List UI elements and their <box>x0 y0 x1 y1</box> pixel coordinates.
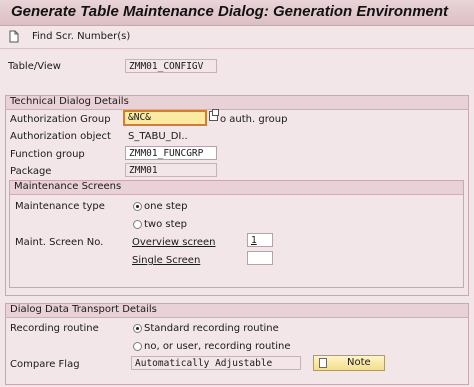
auth-group-hint: o auth. group <box>220 114 288 125</box>
standard-recording-radio[interactable] <box>133 324 142 333</box>
window-title: Generate Table Maintenance Dialog: Gener… <box>11 3 449 20</box>
auth-object-label: Authorization object <box>10 131 111 142</box>
note-icon <box>319 358 327 368</box>
copy-icon[interactable] <box>209 109 219 121</box>
maint-screen-no-label: Maint. Screen No. <box>15 237 104 248</box>
maintenance-type-label: Maintenance type <box>15 201 105 212</box>
recording-routine-label: Recording routine <box>10 323 99 334</box>
auth-group-input[interactable]: &NC& <box>123 110 207 126</box>
user-recording-label[interactable]: no, or user, recording routine <box>144 341 291 352</box>
one-step-radio[interactable] <box>133 202 142 211</box>
table-view-field: ZMM01_CONFIGV <box>125 59 217 73</box>
note-button-label: Note <box>347 357 371 368</box>
compare-flag-label: Compare Flag <box>10 359 80 370</box>
maintenance-screens-group: Maintenance Screens <box>9 180 464 288</box>
overview-screen-input[interactable]: 1 <box>247 233 273 247</box>
maintenance-screens-title: Maintenance Screens <box>14 181 122 192</box>
transport-details-title: Dialog Data Transport Details <box>10 304 157 315</box>
package-label: Package <box>10 166 52 177</box>
function-group-label: Function group <box>10 149 85 160</box>
title-bar: Generate Table Maintenance Dialog: Gener… <box>0 0 474 26</box>
overview-screen-label: Overview screen <box>132 237 216 248</box>
one-step-label[interactable]: one step <box>144 201 187 212</box>
technical-dialog-title: Technical Dialog Details <box>10 96 129 107</box>
document-icon[interactable] <box>9 30 19 43</box>
single-screen-input[interactable] <box>247 251 273 265</box>
find-screen-numbers-button[interactable]: Find Scr. Number(s) <box>32 31 130 42</box>
standard-recording-label[interactable]: Standard recording routine <box>144 323 279 334</box>
overview-screen-value: 1 <box>251 235 257 246</box>
package-field: ZMM01 <box>125 163 217 177</box>
technical-dialog-header: Technical Dialog Details <box>6 96 468 110</box>
table-view-label: Table/View <box>8 61 61 72</box>
single-screen-label: Single Screen <box>132 255 201 266</box>
function-group-input[interactable]: ZMM01_FUNCGRP <box>125 146 217 160</box>
compare-flag-field: Automatically Adjustable <box>131 356 301 370</box>
auth-object-value: S_TABU_DI.. <box>128 131 188 142</box>
note-button[interactable]: Note <box>313 355 385 371</box>
transport-details-header: Dialog Data Transport Details <box>6 304 468 318</box>
maintenance-screens-header: Maintenance Screens <box>10 181 463 195</box>
auth-group-label: Authorization Group <box>10 114 111 125</box>
two-step-radio[interactable] <box>133 220 142 229</box>
two-step-label[interactable]: two step <box>144 219 187 230</box>
application-toolbar: Find Scr. Number(s) <box>0 26 474 49</box>
user-recording-radio[interactable] <box>133 342 142 351</box>
